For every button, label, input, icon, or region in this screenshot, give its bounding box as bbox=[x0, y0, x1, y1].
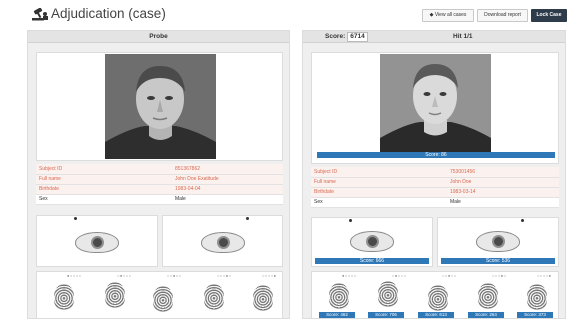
lock-case-button[interactable]: Lock Case bbox=[531, 9, 567, 22]
eye-icon bbox=[200, 232, 245, 253]
finger-position-icon: ○○●○○ bbox=[442, 273, 457, 278]
probe-iris-right-card[interactable] bbox=[162, 215, 283, 267]
eye-marker-icon bbox=[74, 217, 77, 220]
face-score-badge: Score: 86 bbox=[317, 152, 555, 158]
fingerprint-icon[interactable] bbox=[54, 284, 74, 310]
iris-score-badge: Score: 536 bbox=[441, 258, 555, 264]
finger-position-icon: ○○○○● bbox=[537, 273, 552, 278]
hit-info-table: Subject ID 753001456 Full name John Doe Bi… bbox=[311, 167, 559, 208]
hit-iris-left-card[interactable]: Score: 666 bbox=[311, 217, 433, 267]
table-row: Subject ID 851367862 bbox=[36, 164, 283, 175]
fingerprint-icon[interactable] bbox=[204, 284, 224, 310]
table-row: Birthdate 1983-03-14 bbox=[311, 187, 559, 198]
fingerprint-icon[interactable] bbox=[105, 282, 125, 308]
fingerprint-icon[interactable] bbox=[478, 283, 498, 309]
eye-marker-icon bbox=[521, 219, 524, 222]
match-score: Score: 6714 bbox=[325, 31, 368, 43]
finger-position-icon: ○●○○○ bbox=[392, 273, 407, 278]
finger-score-badge: Score: 613 bbox=[418, 312, 454, 318]
eye-icon bbox=[350, 231, 394, 252]
table-row: Full name John Doe Exatitude bbox=[36, 174, 283, 185]
probe-photo-card bbox=[36, 52, 283, 161]
fingerprint-icon[interactable] bbox=[428, 285, 448, 311]
match-score-label: Score: bbox=[325, 33, 346, 40]
probe-panel: Probe Subject ID 851367862 Full name John … bbox=[27, 30, 290, 319]
probe-face-photo[interactable] bbox=[105, 54, 216, 159]
finger-position-icon: ○○●○○ bbox=[167, 273, 182, 278]
page-title: Adjudication (case) bbox=[51, 6, 166, 21]
fingerprint-icon[interactable] bbox=[153, 286, 173, 312]
hit-photo-card: Score: 86 bbox=[311, 52, 559, 164]
hit-panel-header: Score: 6714 Hit 1/1 bbox=[303, 31, 565, 43]
judge-gavel-icon bbox=[32, 8, 48, 21]
fingerprint-icon[interactable] bbox=[527, 284, 547, 310]
finger-score-badge: Score: 373 bbox=[517, 312, 553, 318]
finger-position-icon: ○○○○● bbox=[262, 273, 277, 278]
hit-iris-right-card[interactable]: Score: 536 bbox=[437, 217, 559, 267]
eye-marker-icon bbox=[246, 217, 249, 220]
face-portrait-icon bbox=[105, 54, 216, 159]
table-row: Full name John Doe bbox=[311, 177, 559, 188]
page-header: Adjudication (case) ◆ View all cases Dow… bbox=[0, 0, 580, 26]
fingerprint-icon[interactable] bbox=[378, 281, 398, 307]
table-row: Sex Male bbox=[311, 197, 559, 208]
finger-score-badge: Score: 264 bbox=[468, 312, 504, 318]
eye-marker-icon bbox=[349, 219, 352, 222]
probe-fingerprints-card: ●○○○○ ○●○○○ ○○●○○ ○○○●○ ○○○○● bbox=[36, 271, 283, 318]
probe-iris-left-card[interactable] bbox=[36, 215, 158, 267]
finger-position-icon: ●○○○○ bbox=[67, 273, 82, 278]
hit-fingerprints-card: ●○○○○ ○●○○○ ○○●○○ ○○○●○ ○○○○● Score: 462… bbox=[311, 271, 559, 318]
eye-icon bbox=[75, 232, 119, 253]
hit-panel: Score: 6714 Hit 1/1 Score: 86 Subject ID 7… bbox=[302, 30, 566, 319]
fingerprint-icon[interactable] bbox=[253, 285, 273, 311]
fingerprint-icon[interactable] bbox=[329, 283, 349, 309]
table-row: Birthdate 1983-04-04 bbox=[36, 184, 283, 195]
download-report-button[interactable]: Download report bbox=[477, 9, 528, 22]
finger-score-badge: Score: 462 bbox=[319, 312, 355, 318]
probe-info-table: Subject ID 851367862 Full name John Doe Ex… bbox=[36, 164, 283, 205]
face-portrait-icon bbox=[380, 54, 491, 152]
finger-position-icon: ○○○●○ bbox=[492, 273, 507, 278]
iris-score-badge: Score: 666 bbox=[315, 258, 429, 264]
table-row: Subject ID 753001456 bbox=[311, 167, 559, 178]
finger-position-icon: ○●○○○ bbox=[117, 273, 132, 278]
match-score-value: 6714 bbox=[347, 32, 368, 42]
probe-title: Probe bbox=[149, 33, 168, 40]
view-all-cases-button[interactable]: ◆ View all cases bbox=[422, 9, 474, 22]
probe-panel-header: Probe bbox=[28, 31, 289, 43]
table-row: Sex Male bbox=[36, 194, 283, 205]
hit-face-photo[interactable] bbox=[380, 54, 491, 152]
finger-score-badge: Score: 706 bbox=[368, 312, 404, 318]
eye-icon bbox=[476, 231, 520, 252]
finger-position-icon: ●○○○○ bbox=[342, 273, 357, 278]
hit-title: Hit 1/1 bbox=[453, 33, 473, 40]
finger-position-icon: ○○○●○ bbox=[217, 273, 232, 278]
